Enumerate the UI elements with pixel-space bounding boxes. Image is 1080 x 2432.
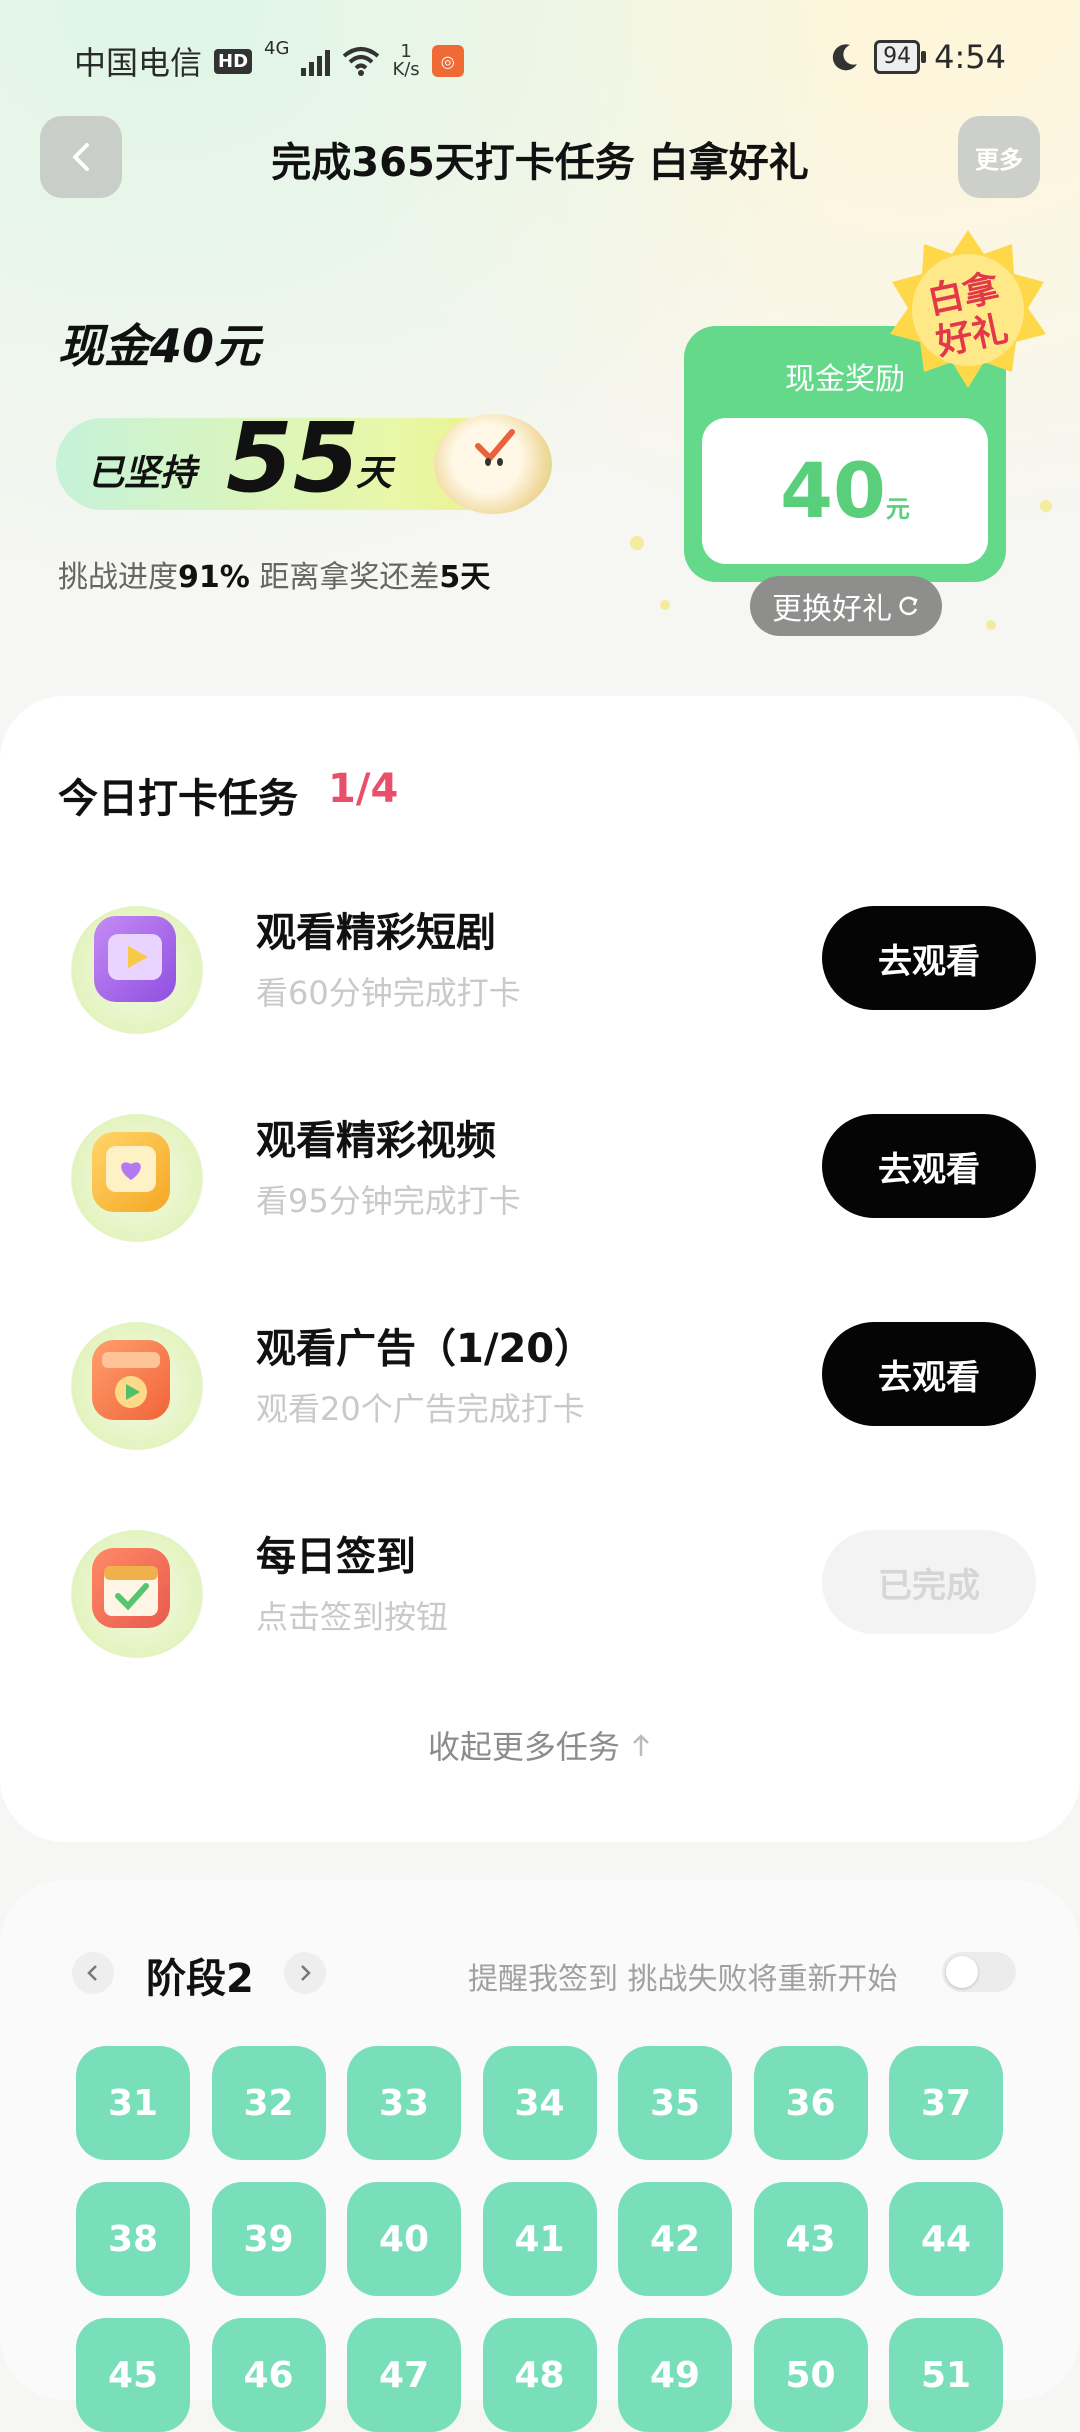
sparkle-decoration [1040, 500, 1052, 512]
mascot-icon [434, 414, 552, 514]
tasks-count: 1/4 [328, 766, 399, 812]
signal-icon [301, 46, 331, 76]
reward-amount: 40 [780, 446, 886, 535]
sparkle-decoration [986, 620, 996, 630]
day-cell: 44 [889, 2182, 1003, 2296]
arrow-up-icon [633, 1734, 649, 1756]
watch-button[interactable]: 去观看 [822, 906, 1036, 1010]
day-cell: 46 [211, 2318, 326, 2432]
watch-button[interactable]: 去观看 [822, 1322, 1036, 1426]
wifi-icon [343, 47, 380, 76]
day-cell: 33 [347, 2046, 461, 2160]
switch-gift-button[interactable]: 更换好礼 [750, 576, 942, 636]
page-title: 完成365天打卡任务 白拿好礼 [271, 140, 809, 186]
day-cell: 50 [753, 2318, 868, 2432]
day-cell: 32 [211, 2046, 326, 2160]
watch-button[interactable]: 去观看 [822, 1114, 1036, 1218]
task-item: 观看精彩视频 看95分钟完成打卡 去观看 [0, 1100, 1080, 1260]
stage-next-button[interactable] [284, 1952, 326, 1994]
tv-play-icon [70, 906, 204, 1034]
switch-gift-label: 更换好礼 [772, 592, 892, 627]
hd-badge: HD [214, 48, 253, 74]
task-subtitle: 看95分钟完成打卡 [256, 1182, 521, 1220]
toggle-knob [946, 1956, 978, 1988]
days-count: 55 [226, 402, 360, 514]
task-title: 观看精彩视频 [256, 1118, 496, 1164]
day-cell: 47 [347, 2318, 461, 2432]
task-title: 每日签到 [256, 1534, 416, 1580]
days-prefix: 已坚持 [88, 453, 197, 494]
day-cell: 41 [482, 2182, 597, 2296]
clock: 4:54 [934, 38, 1006, 76]
moon-icon [832, 44, 858, 71]
status-bar: 中国电信 HD 4G 1 K/s ◎ 94 4:54 [0, 0, 1080, 120]
reward-unit: 元 [885, 495, 910, 523]
reminder-text: 提醒我签到 挑战失败将重新开始 [468, 1962, 898, 1997]
task-subtitle: 看60分钟完成打卡 [256, 974, 521, 1012]
chevron-right-icon [301, 1965, 311, 1981]
day-cell: 38 [76, 2182, 190, 2296]
day-cell: 36 [753, 2046, 868, 2160]
progress-label: 挑战进度 [58, 560, 178, 595]
collapse-tasks-button[interactable]: 收起更多任务 [0, 1722, 1080, 1768]
days-suffix: 天 [356, 453, 393, 494]
day-cell: 42 [618, 2182, 732, 2296]
sparkle-decoration [660, 600, 670, 610]
day-cell: 51 [889, 2318, 1003, 2432]
day-cell: 37 [889, 2046, 1003, 2160]
collapse-label: 收起更多任务 [427, 1728, 620, 1766]
calendar-check-icon [70, 1530, 204, 1658]
day-cell: 43 [753, 2182, 868, 2296]
network-speed: 1 K/s [392, 43, 419, 79]
completed-button: 已完成 [822, 1530, 1036, 1634]
network-type: 4G [264, 38, 290, 59]
day-cell: 45 [76, 2318, 190, 2432]
stage-label: 阶段2 [146, 1956, 254, 2002]
days-streak-pill: 已坚持 55 天 [56, 402, 552, 514]
day-cell: 31 [76, 2046, 190, 2160]
progress-value: 91% [178, 560, 250, 595]
day-cell: 40 [347, 2182, 461, 2296]
remaining-value: 5天 [439, 560, 491, 595]
day-cell: 39 [211, 2182, 326, 2296]
day-cell: 49 [618, 2318, 732, 2432]
task-item: 观看广告（1/20） 观看20个广告完成打卡 去观看 [0, 1308, 1080, 1468]
reward-amount-box: 40元 [702, 418, 988, 564]
status-left: 中国电信 HD 4G 1 K/s ◎ [74, 38, 464, 84]
speed-unit: K/s [392, 59, 420, 80]
task-item: 观看精彩短剧 看60分钟完成打卡 去观看 [0, 892, 1080, 1052]
carrier-name: 中国电信 [74, 44, 203, 82]
tasks-title: 今日打卡任务 [58, 776, 298, 822]
task-item: 每日签到 点击签到按钮 已完成 [0, 1516, 1080, 1676]
ad-box-icon [70, 1322, 204, 1450]
status-right: 94 4:54 [830, 38, 1006, 76]
task-title: 观看精彩短剧 [256, 910, 496, 956]
reminder-toggle[interactable] [942, 1952, 1016, 1992]
gift-badge: 白拿 好礼 [884, 226, 1052, 394]
more-button[interactable]: 更多 [958, 116, 1040, 198]
cash-title: 现金40元 [58, 319, 261, 373]
task-subtitle: 点击签到按钮 [256, 1598, 449, 1636]
video-frame-icon [70, 1114, 204, 1242]
remaining-label: 距离拿奖还差 [259, 560, 440, 595]
day-cell: 34 [482, 2046, 597, 2160]
task-title: 观看广告（1/20） [256, 1326, 595, 1372]
day-cell: 35 [618, 2046, 732, 2160]
stage-prev-button[interactable] [72, 1952, 114, 1994]
task-subtitle: 观看20个广告完成打卡 [256, 1390, 585, 1428]
refresh-icon [899, 596, 918, 616]
app-notification-icon: ◎ [431, 45, 464, 77]
challenge-progress: 挑战进度91% 距离拿奖还差5天 [58, 552, 490, 596]
day-cell: 48 [482, 2318, 597, 2432]
chevron-left-icon [87, 1965, 97, 1981]
battery-icon: 94 [874, 40, 927, 74]
sparkle-decoration [630, 536, 644, 550]
